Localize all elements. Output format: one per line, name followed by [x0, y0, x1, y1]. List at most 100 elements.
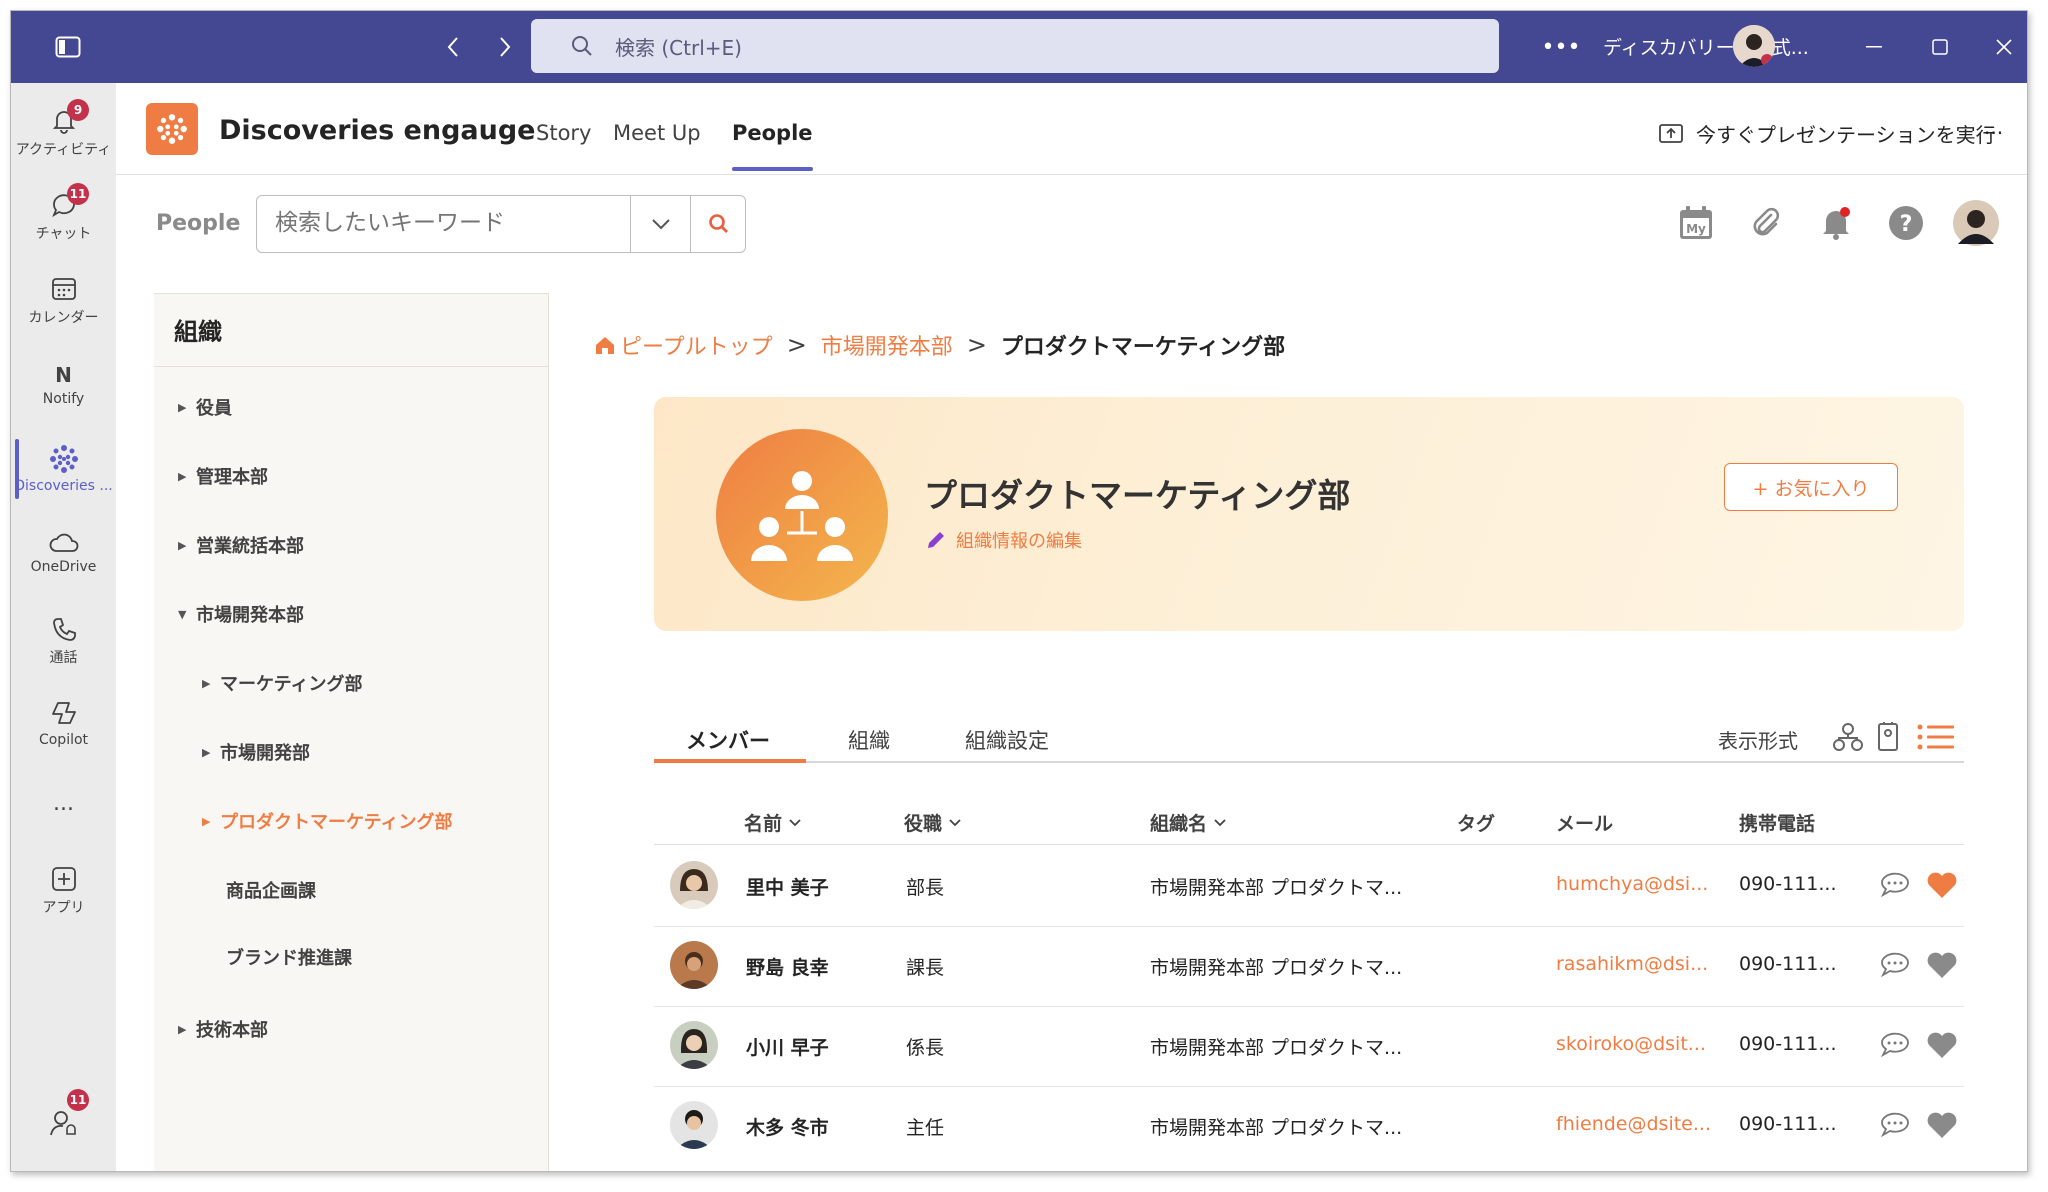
my-calendar-button[interactable]: My	[1674, 201, 1718, 245]
tab-org-settings[interactable]: 組織設定	[965, 725, 1049, 755]
member-mail-link[interactable]: rasahikm@dsi...	[1556, 953, 1708, 975]
table-row[interactable]: 野島 良幸 課長 市場開発本部 プロダクトマ... rasahikm@dsi..…	[654, 927, 1964, 1007]
app-more-icon[interactable]: ...	[1984, 115, 2003, 139]
help-button[interactable]: ?	[1884, 201, 1928, 245]
home-icon[interactable]	[594, 334, 616, 356]
list-view-button[interactable]	[1916, 721, 1956, 757]
tenant-name[interactable]: ディスカバリーズ株式...	[1603, 33, 1809, 60]
rail-label: Copilot	[38, 732, 89, 748]
cloud-icon	[49, 533, 78, 552]
member-org: 市場開発本部 プロダクトマ...	[1150, 957, 1403, 979]
member-avatar[interactable]	[670, 941, 718, 989]
tree-item-marketing[interactable]: ▶ マーケティング部	[202, 670, 363, 696]
people-badge: 11	[67, 1089, 89, 1111]
tree-item-eigyo[interactable]: ▶ 営業統括本部	[178, 532, 304, 558]
rail-onedrive[interactable]: OneDrive	[11, 513, 116, 593]
tab-meetup[interactable]: Meet Up	[613, 121, 701, 145]
chat-bubble-icon[interactable]	[1878, 951, 1912, 983]
breadcrumb-current: プロダクトマーケティング部	[1000, 335, 1286, 360]
member-phone: 090-111...	[1739, 1113, 1837, 1135]
rail-notify[interactable]: N Notify	[11, 345, 116, 425]
caret-right-icon: ▶	[178, 1022, 187, 1036]
rail-more-icon[interactable]: ...	[11, 763, 116, 843]
user-avatar[interactable]	[1952, 200, 2000, 246]
favorite-heart-icon[interactable]	[1926, 871, 1958, 903]
minimize-icon[interactable]	[1849, 11, 1899, 83]
col-role-header[interactable]: 役職	[904, 809, 962, 836]
sidebar-toggle-icon[interactable]	[43, 11, 93, 83]
member-mail-link[interactable]: humchya@dsi...	[1556, 873, 1708, 895]
tab-story[interactable]: Story	[536, 121, 591, 145]
member-avatar[interactable]	[670, 1021, 718, 1069]
edit-org-link[interactable]: 組織情報の編集	[924, 527, 1082, 553]
tree-item-shijo-honbu[interactable]: ▼ 市場開発本部	[178, 601, 304, 627]
forward-arrow-icon[interactable]	[485, 11, 525, 83]
favorite-heart-icon[interactable]	[1926, 1111, 1958, 1143]
more-options-icon[interactable]: •••	[1541, 11, 1581, 83]
member-role: 主任	[906, 1117, 945, 1139]
caret-right-icon: ▶	[178, 469, 187, 483]
member-name[interactable]: 里中 美子	[746, 873, 829, 900]
rail-chat[interactable]: チャット 11	[11, 177, 116, 257]
rail-calendar[interactable]: カレンダー	[11, 261, 116, 341]
add-favorite-button[interactable]: + お気に入り	[1724, 463, 1898, 511]
rail-discoveries[interactable]: Discoveries ...	[11, 429, 116, 509]
tree-item-gijutsu[interactable]: ▶ 技術本部	[178, 1016, 268, 1042]
tree-item-product-marketing[interactable]: ▶ プロダクトマーケティング部	[202, 808, 453, 834]
sort-chevron-icon	[949, 818, 961, 826]
table-row[interactable]: 木多 冬市 主任 市場開発本部 プロダクトマ... fhiende@dsite.…	[654, 1087, 1964, 1167]
member-phone: 090-111...	[1739, 953, 1837, 975]
chat-bubble-icon[interactable]	[1878, 871, 1912, 903]
member-mail-link[interactable]: fhiende@dsite...	[1556, 1113, 1711, 1135]
table-row[interactable]: 里中 美子 部長 市場開発本部 プロダクトマ... humchya@dsi...…	[654, 847, 1964, 927]
member-avatar[interactable]	[670, 861, 718, 909]
member-mail-link[interactable]: skoiroko@dsit...	[1556, 1033, 1706, 1055]
tree-item-kanri[interactable]: ▶ 管理本部	[178, 463, 268, 489]
rail-activity[interactable]: アクティビティ 9	[11, 93, 116, 173]
rail-calls[interactable]: 通話	[11, 601, 116, 681]
notification-button[interactable]	[1814, 201, 1858, 245]
chat-bubble-icon[interactable]	[1878, 1031, 1912, 1063]
rail-people-status[interactable]: 11	[11, 1083, 116, 1163]
teams-window: 検索 (Ctrl+E) ••• ディスカバリーズ株式... アクティビティ 9 …	[10, 10, 2028, 1172]
member-avatar[interactable]	[670, 1101, 718, 1149]
member-name[interactable]: 木多 冬市	[746, 1113, 829, 1140]
notify-icon: N	[55, 363, 72, 387]
col-name-header[interactable]: 名前	[744, 809, 802, 836]
table-row[interactable]: 小川 早子 係長 市場開発本部 プロダクトマ... skoiroko@dsit.…	[654, 1007, 1964, 1087]
rail-copilot[interactable]: Copilot	[11, 683, 116, 763]
tab-people[interactable]: People	[732, 121, 813, 171]
close-icon[interactable]	[1979, 11, 2027, 83]
breadcrumb-parent[interactable]: 市場開発本部	[821, 329, 953, 361]
tab-organization[interactable]: 組織	[848, 725, 890, 755]
breadcrumb-separator: >	[966, 331, 987, 359]
col-org-header[interactable]: 組織名	[1150, 809, 1227, 836]
rail-label: チャット	[35, 226, 92, 242]
tree-item-shohin-kikaku[interactable]: 商品企画課	[226, 877, 316, 903]
rail-label: 通話	[49, 650, 78, 666]
profile-avatar[interactable]	[1733, 25, 1775, 67]
card-view-button[interactable]	[1876, 721, 1902, 757]
search-icon	[572, 36, 592, 56]
back-arrow-icon[interactable]	[433, 11, 473, 83]
rail-apps[interactable]: アプリ	[11, 851, 116, 931]
tree-item-shijo-kaihatsu[interactable]: ▶ 市場開発部	[202, 739, 310, 765]
favorite-heart-icon[interactable]	[1926, 951, 1958, 983]
breadcrumb-home[interactable]: ピープルトップ	[620, 329, 773, 361]
favorite-heart-icon[interactable]	[1926, 1031, 1958, 1063]
tree-item-yakuin[interactable]: ▶ 役員	[178, 394, 232, 420]
tree-item-brand[interactable]: ブランド推進課	[226, 944, 352, 970]
attachment-button[interactable]	[1744, 201, 1788, 245]
org-name: プロダクトマーケティング部	[924, 476, 1351, 515]
tab-members[interactable]: メンバー	[686, 725, 770, 755]
member-name[interactable]: 野島 良幸	[746, 953, 829, 980]
keyword-search-input[interactable]	[275, 210, 615, 236]
global-search-input[interactable]: 検索 (Ctrl+E)	[531, 19, 1499, 73]
search-submit-button[interactable]	[690, 196, 746, 252]
chat-bubble-icon[interactable]	[1878, 1111, 1912, 1143]
org-view-button[interactable]	[1832, 721, 1864, 757]
present-now-button[interactable]: 今すぐプレゼンテーションを実行	[1658, 119, 1996, 148]
search-dropdown-button[interactable]	[630, 196, 690, 252]
maximize-icon[interactable]	[1915, 11, 1965, 83]
member-name[interactable]: 小川 早子	[746, 1033, 829, 1060]
